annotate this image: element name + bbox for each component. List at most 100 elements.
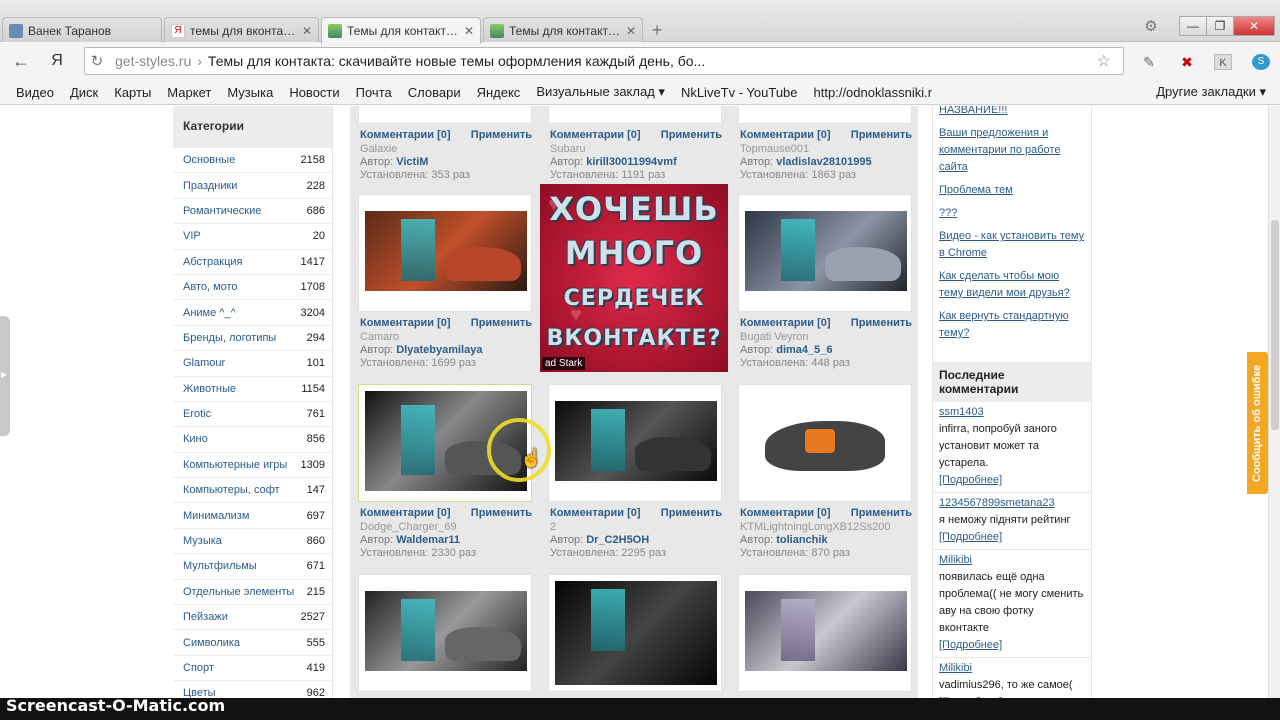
theme-thumbnail-box[interactable]: [548, 384, 722, 502]
apply-button[interactable]: Применить: [471, 507, 532, 519]
category-name[interactable]: Основные: [183, 154, 235, 166]
theme-thumbnail[interactable]: [745, 591, 907, 671]
theme-thumbnail-box[interactable]: [738, 106, 912, 124]
theme-thumbnail-box[interactable]: [548, 574, 722, 692]
category-name[interactable]: Пейзажи: [183, 611, 228, 623]
theme-thumbnail-box[interactable]: [358, 194, 532, 312]
apply-button[interactable]: Применить: [851, 317, 912, 329]
side-panel-handle[interactable]: ▶: [0, 316, 10, 436]
close-window-button[interactable]: ✕: [1233, 16, 1275, 36]
bookmark-disk[interactable]: Диск: [70, 85, 98, 100]
page-scrollbar[interactable]: [1268, 106, 1280, 698]
comment-user[interactable]: 1234567899smetana23: [939, 495, 1085, 512]
category-item[interactable]: Символика 555: [173, 630, 332, 656]
category-name[interactable]: Символика: [183, 637, 240, 649]
category-name[interactable]: Аниме ^_^: [183, 307, 236, 319]
category-name[interactable]: Музыка: [183, 535, 222, 547]
theme-thumbnail[interactable]: [365, 211, 527, 291]
category-item[interactable]: Glamour 101: [173, 351, 332, 377]
author-link[interactable]: Waldemar11: [396, 534, 460, 546]
extension-x-icon[interactable]: ✖: [1178, 54, 1196, 70]
minimize-button[interactable]: —: [1179, 16, 1207, 36]
extension-skype-icon[interactable]: S: [1252, 54, 1270, 70]
author-link[interactable]: tolianchik: [776, 534, 827, 546]
category-name[interactable]: Абстракция: [183, 256, 243, 268]
author-link[interactable]: Dlyatebyamilaya: [396, 344, 482, 356]
bookmark-nklivetv[interactable]: NkLiveTv - YouTube: [681, 85, 798, 100]
theme-thumbnail[interactable]: [365, 591, 527, 671]
category-item[interactable]: Праздники 228: [173, 173, 332, 199]
category-name[interactable]: Спорт: [183, 662, 214, 674]
bookmark-yandex[interactable]: Яндекс: [477, 85, 521, 100]
theme-thumbnail-box[interactable]: [548, 106, 722, 124]
category-item[interactable]: Музыка 860: [173, 529, 332, 555]
category-item[interactable]: Авто, мото 1708: [173, 275, 332, 301]
sidebar-link[interactable]: Ваши предложения и комментарии по работе…: [933, 125, 1091, 176]
comments-link[interactable]: Комментарии [0]: [550, 129, 641, 141]
category-name[interactable]: Животные: [183, 383, 236, 395]
category-item[interactable]: Erotic 761: [173, 402, 332, 428]
theme-thumbnail-box[interactable]: [738, 574, 912, 692]
comments-link[interactable]: Комментарии [0]: [360, 317, 451, 329]
author-link[interactable]: kirill30011994vmf: [586, 156, 677, 168]
category-name[interactable]: Романтические: [183, 205, 261, 217]
category-name[interactable]: Erotic: [183, 408, 211, 420]
category-item[interactable]: Мультфильмы 671: [173, 554, 332, 580]
close-tab-icon[interactable]: ✕: [626, 24, 636, 38]
tab-vanek[interactable]: Ванек Таранов: [2, 17, 162, 43]
sidebar-link[interactable]: Как сделать чтобы мою тему видели мои др…: [933, 268, 1091, 302]
bookmark-market[interactable]: Маркет: [167, 85, 211, 100]
comment-user[interactable]: ssm1403: [939, 404, 1085, 421]
category-name[interactable]: Компьютеры, софт: [183, 484, 280, 496]
category-name[interactable]: Минимализм: [183, 510, 249, 522]
comment-user[interactable]: Milikibi: [939, 552, 1085, 569]
comments-link[interactable]: Комментарии [0]: [740, 317, 831, 329]
category-item[interactable]: Романтические 686: [173, 199, 332, 225]
apply-button[interactable]: Применить: [471, 129, 532, 141]
address-bar[interactable]: ↻ get-styles.ru › Темы для контакта: ска…: [84, 47, 1124, 75]
category-item[interactable]: Кино 856: [173, 427, 332, 453]
category-name[interactable]: Glamour: [183, 357, 225, 369]
theme-thumbnail[interactable]: [555, 401, 717, 481]
sidebar-link[interactable]: Как вернуть стандартную тему?: [933, 308, 1091, 342]
back-arrow-icon[interactable]: ←: [10, 50, 32, 72]
apply-button[interactable]: Применить: [851, 507, 912, 519]
bookmark-music[interactable]: Музыка: [227, 85, 273, 100]
category-item[interactable]: Спорт 419: [173, 656, 332, 682]
close-tab-icon[interactable]: ✕: [302, 24, 312, 38]
author-link[interactable]: Dr_C2H5OH: [586, 534, 649, 546]
yandex-home-icon[interactable]: Я: [46, 50, 68, 72]
category-item[interactable]: Компьютерные игры 1309: [173, 453, 332, 479]
category-name[interactable]: VIP: [183, 230, 201, 242]
comment-more-link[interactable]: [Подробнее]: [939, 529, 1085, 546]
comments-link[interactable]: Комментарии [0]: [360, 129, 451, 141]
category-name[interactable]: Мультфильмы: [183, 560, 257, 572]
author-link[interactable]: vladislav28101995: [776, 156, 871, 168]
category-item[interactable]: Минимализм 697: [173, 503, 332, 529]
bookmark-star-icon[interactable]: ☆: [1097, 51, 1111, 71]
comment-more-link[interactable]: [Подробнее]: [939, 637, 1085, 654]
bookmark-mail[interactable]: Почта: [356, 85, 392, 100]
gear-icon[interactable]: ⚙: [1140, 17, 1162, 37]
category-item[interactable]: Компьютеры, софт 147: [173, 478, 332, 504]
apply-button[interactable]: Применить: [851, 129, 912, 141]
theme-thumbnail-box[interactable]: [358, 106, 532, 124]
apply-button[interactable]: Применить: [661, 507, 722, 519]
theme-thumbnail[interactable]: [745, 211, 907, 291]
category-name[interactable]: Отдельные элементы: [183, 586, 294, 598]
bookmark-odnoklassniki[interactable]: http://odnoklassniki.r: [814, 85, 933, 100]
maximize-button[interactable]: ❐: [1206, 16, 1234, 36]
category-name[interactable]: Праздники: [183, 180, 237, 192]
category-name[interactable]: Авто, мото: [183, 281, 238, 293]
category-item[interactable]: Основные 2158: [173, 148, 332, 174]
comments-link[interactable]: Комментарии [0]: [740, 129, 831, 141]
sidebar-link[interactable]: НАЗВАНИЕ!!!: [933, 106, 1091, 119]
bookmark-dictionaries[interactable]: Словари: [408, 85, 461, 100]
category-item[interactable]: Пейзажи 2527: [173, 605, 332, 631]
sidebar-link[interactable]: ???: [933, 205, 1091, 222]
category-item[interactable]: Абстракция 1417: [173, 250, 332, 275]
tab-get-styles-2[interactable]: Темы для контакта: с ✕: [483, 17, 643, 43]
reload-icon[interactable]: ↻: [85, 52, 109, 70]
comment-more-link[interactable]: [Подробнее]: [939, 472, 1085, 489]
comments-link[interactable]: Комментарии [0]: [740, 507, 831, 519]
